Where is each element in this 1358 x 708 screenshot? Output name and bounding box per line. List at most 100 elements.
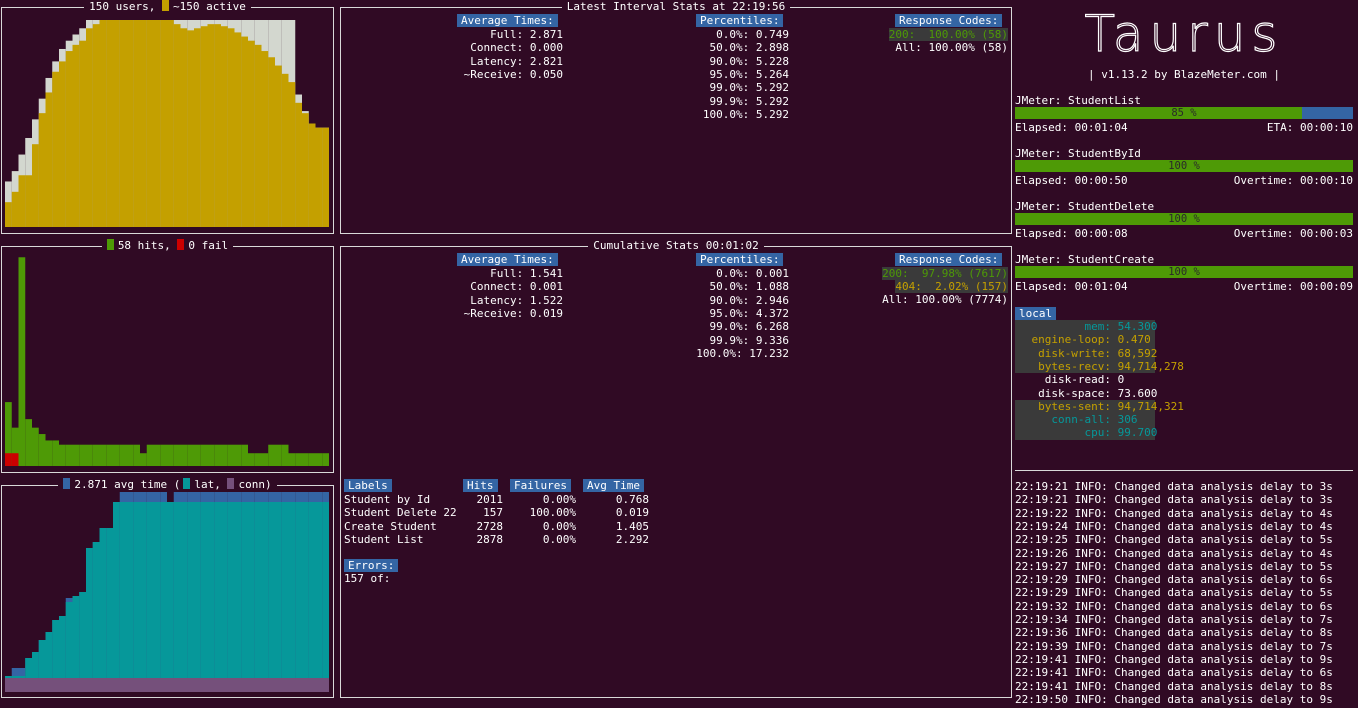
users-active-bar [275,65,282,227]
label-hits: 2011 [476,493,504,506]
executor-progress-bar: 100 % [1015,266,1353,278]
users-active-bar [254,44,262,228]
log-line: 22:19:25 INFO: Changed data analysis del… [1015,533,1333,547]
log-line: 22:19:29 INFO: Changed data analysis del… [1015,586,1333,600]
label-hits: 157 [483,506,503,520]
latency-bar [315,502,323,692]
cumulative-stats-title: Cumulative Stats 00:01:02 [341,239,1011,253]
users-active-bar [234,32,242,227]
hits-bar [308,453,316,466]
executor-name: JMeter: StudentList [1015,94,1141,107]
log-line: 22:19:22 INFO: Changed data analysis del… [1015,506,1333,520]
hits-bar [261,453,269,466]
users-active-bar [113,20,120,227]
executor-name: JMeter: StudentCreate [1015,253,1155,266]
latency-bar [167,502,174,692]
metric-value: 306 [1111,413,1138,427]
users-bar-graph [5,20,329,228]
metric-row: engine-loop: 0.470 [1015,333,1155,347]
hits-bar [275,444,282,466]
users-active-bar [140,20,147,227]
latency-bar [207,502,215,692]
hits-bar [133,444,140,466]
executor-elapsed: Elapsed: 00:01:04 [1015,121,1128,134]
users-active-bar [281,73,289,227]
latency-bar [180,502,188,692]
hits-bar [221,444,228,466]
metric-name: bytes-sent: [1038,399,1111,413]
hits-header: Hits [463,479,498,492]
latest-codes-header: Response Codes: [895,14,1003,27]
users-active-bar [322,127,329,227]
metric-name: disk-write: [1038,346,1111,360]
users-active-bar [25,175,32,227]
label-hits: 2728 [476,519,504,533]
executor-name: JMeter: StudentById [1015,147,1141,160]
latency-bar [99,528,107,692]
latest-perc-row: 99.9%: 5.292 [709,94,789,108]
hits-bar [167,444,174,466]
latency-bar [146,502,154,692]
metric-name: cpu: [1084,426,1112,440]
users-active-bar [261,51,269,227]
cum-codes-header: Response Codes: [895,253,1003,266]
latest-perc-row: 99.0%: 5.292 [709,81,789,95]
executor-progress-bar: 100 % [1015,160,1353,172]
label-failures: 100.00% [529,506,576,520]
metric-row: cpu: 99.700 [1015,426,1157,440]
users-active-bar [214,24,221,227]
users-active-bar [295,102,302,227]
hits-bar [72,444,80,466]
users-active-bar [187,30,194,227]
users-active-bar [92,24,100,227]
metric-row: bytes-sent: 94,714,321 [1015,399,1184,414]
hits-bar [288,453,296,466]
latest-perc-row: 95.0%: 5.264 [709,67,789,81]
log-line: 22:19:41 INFO: Changed data analysis del… [1015,679,1333,693]
log-line: 22:19:36 INFO: Changed data analysis del… [1015,626,1333,640]
label-name: Create Student [344,519,437,533]
metric-value: 0.470 [1111,333,1151,347]
log-line: 22:19:41 INFO: Changed data analysis del… [1015,666,1333,680]
executor-progress-label: 100 % [1168,266,1200,278]
users-active-bar [153,20,161,227]
time-graph-panel: 2.871 avg time (lat, conn) [1,478,334,698]
users-active-bar [11,191,19,227]
metric-row: conn-all: 306 [1015,413,1155,427]
hits-bar [32,427,39,466]
hits-bar [160,444,167,466]
log-line: 22:19:34 INFO: Changed data analysis del… [1015,613,1333,626]
executor-progress-label: 85 % [1171,107,1197,119]
cum-perc-header: Percentiles: [696,253,784,266]
latest-avg-row: Connect: 0.000 [470,41,563,55]
hits-bar [146,444,154,466]
log-line: 22:19:50 INFO: Changed data analysis del… [1015,692,1333,706]
executor-eta: ETA: 00:00:10 [1266,121,1353,134]
hits-bar [281,444,289,466]
latency-bar [119,502,127,692]
users-active-bar [248,40,255,228]
cum-avg-row: Full: 1.541 [490,267,563,280]
metric-value: 94,714,321 [1111,399,1184,413]
latency-bar [187,502,194,692]
hits-bar [268,444,275,466]
metric-name: conn-all: [1051,413,1111,427]
log-line: 22:19:39 INFO: Changed data analysis del… [1015,639,1333,653]
log-line: 22:19:29 INFO: Changed data analysis del… [1015,573,1333,587]
metric-name: disk-read: [1044,373,1111,387]
hits-bar [86,444,93,466]
latency-bar [200,502,208,692]
hits-bar [200,444,208,466]
latency-bar [153,502,161,692]
executor-progress-bar: 85 % [1015,107,1353,119]
hits-bar [187,444,194,466]
latency-bar [302,502,309,692]
users-active-bar [221,26,228,228]
metric-row: disk-write: 68,592 [1015,346,1157,360]
time-bar-graph [5,492,329,692]
cum-code-all: All: 100.00% (7774) [882,293,1008,306]
users-active-bar [146,20,154,227]
hits-bar [315,453,323,466]
latency-bar [173,502,181,692]
label-name: Student by Id [344,493,431,506]
